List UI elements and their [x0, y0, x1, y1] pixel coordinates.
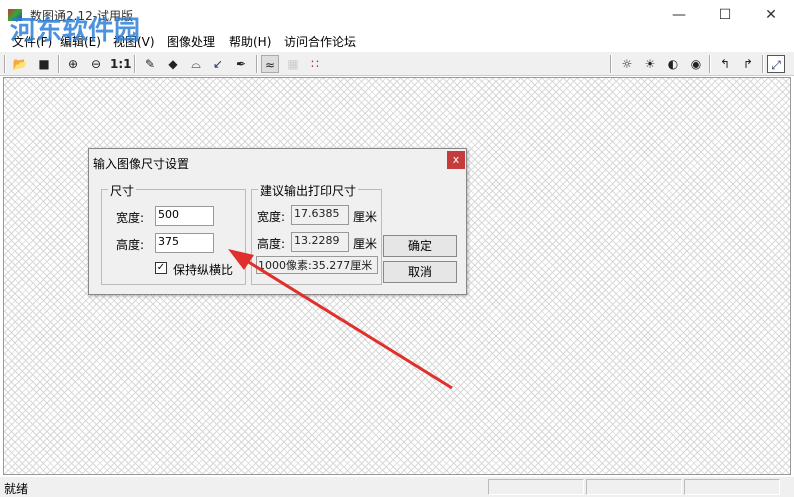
status-text: 就绪 — [4, 482, 29, 496]
annotation-arrow — [228, 249, 453, 390]
status-bar: 就绪 — [0, 477, 794, 497]
